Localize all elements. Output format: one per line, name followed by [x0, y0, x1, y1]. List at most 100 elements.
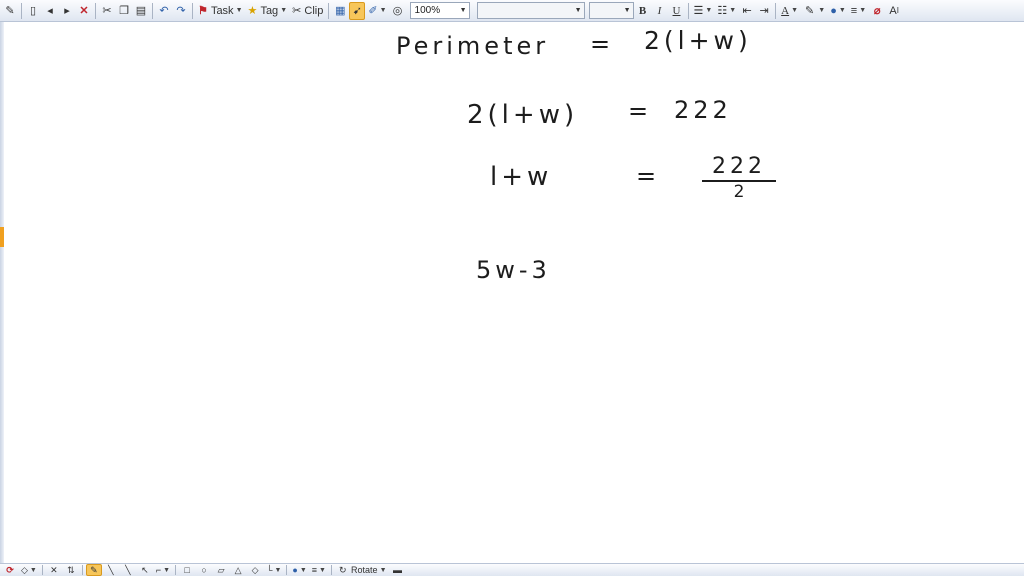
chevron-down-icon: ▼ — [838, 7, 846, 14]
delete-icon[interactable]: ✕ — [76, 2, 92, 20]
font-size-suffix: I — [896, 6, 899, 15]
ink-expression: 5w-3 — [476, 256, 551, 284]
connector-icon[interactable]: ⌐ ▼ — [154, 564, 172, 576]
ink-formula-2: 2(l+w) — [467, 100, 579, 130]
pointer-icon[interactable]: ➹ — [349, 1, 366, 20]
cut-icon[interactable]: ✂ — [99, 2, 115, 20]
star-icon: ★ — [247, 5, 258, 17]
text-color-label: A — [781, 4, 790, 17]
pen-tool-button[interactable]: ✐ ▼ — [366, 2, 388, 20]
line-style-button[interactable]: ≡ ▼ — [849, 2, 868, 20]
whiteboard-canvas[interactable]: Perimeter = 2(l+w) 2(l+w) = 222 l+w = 22… — [4, 22, 1024, 563]
clip-label: Clip — [304, 4, 324, 17]
main-toolbar: ✎ ▯ ◂ ▸ ✕ ✂ ❐ ▤ ↶ ↷ ⚑ Task ▼ ★ Tag ▼ ✂ Cli… — [0, 0, 1024, 22]
ink-perimeter: Perimeter — [396, 32, 550, 60]
ink-equals-1: = — [590, 30, 615, 58]
eraser-icon[interactable]: ⌀ — [869, 2, 885, 20]
clip-icon: ✂ — [292, 5, 302, 17]
new-page-icon[interactable]: ▯ — [25, 2, 41, 20]
color-icon[interactable]: ● ▼ — [290, 564, 308, 576]
triangle-icon[interactable]: △ — [230, 564, 246, 576]
copy-icon[interactable]: ❐ — [116, 2, 132, 20]
chevron-down-icon: ▼ — [859, 7, 867, 14]
chevron-down-icon: ▼ — [163, 566, 171, 574]
zoom-select[interactable]: 100% ▼ — [409, 2, 470, 19]
parallelogram-icon[interactable]: ▱ — [213, 564, 229, 576]
tag-label: Tag — [260, 4, 279, 17]
toolbar-separator — [328, 2, 330, 19]
underline-button[interactable]: U — [669, 2, 685, 20]
bullets-icon: ☰ — [693, 5, 704, 17]
font-size-select[interactable]: ▼ — [588, 2, 634, 19]
chevron-down-icon: ▼ — [235, 7, 243, 14]
toolbar-separator — [775, 2, 777, 19]
chevron-down-icon: ▼ — [274, 566, 282, 574]
ink-fraction: 222 2 — [702, 154, 776, 201]
chevron-down-icon: ▼ — [379, 7, 387, 14]
rectangle-icon[interactable]: □ — [179, 564, 195, 576]
ink-formula-1: 2(l+w) — [644, 26, 752, 55]
bullets-button[interactable]: ☰ ▼ — [692, 2, 715, 20]
task-button[interactable]: ⚑ Task ▼ — [196, 2, 245, 20]
line-icon[interactable]: ╲ — [103, 564, 119, 576]
chevron-down-icon: ▼ — [623, 7, 631, 14]
chevron-down-icon: ▼ — [299, 566, 307, 574]
highlighter-button[interactable]: ✎ ▼ — [801, 2, 827, 20]
toolbar-separator — [687, 2, 689, 19]
indent-icon[interactable]: ⇥ — [756, 2, 772, 20]
chevron-down-icon: ▼ — [319, 566, 326, 574]
clip-button[interactable]: ✂ Clip — [290, 2, 325, 20]
flag-icon: ⚑ — [198, 5, 208, 17]
delete-icon[interactable]: ✕ — [46, 564, 62, 576]
toolbar-separator — [41, 565, 43, 575]
zoom-value: 100% — [414, 5, 441, 16]
chevron-down-icon: ▼ — [459, 7, 467, 14]
forward-icon[interactable]: ▸ — [59, 2, 75, 20]
font-select[interactable]: ▼ — [476, 2, 585, 19]
fill-color-button[interactable]: ● ▼ — [828, 2, 848, 20]
italic-button[interactable]: I — [652, 2, 668, 20]
more-icon[interactable]: ▬ — [390, 564, 406, 576]
target-icon[interactable]: ◎ — [390, 2, 406, 20]
font-size-label: A — [889, 4, 897, 17]
paste-icon[interactable]: ▤ — [133, 2, 149, 20]
highlighter-icon: ✎ — [805, 5, 815, 17]
rotate-label: Rotate — [351, 565, 378, 575]
ink-value-222: 222 — [674, 96, 732, 124]
font-size-button[interactable]: AI — [886, 2, 902, 20]
pen-icon[interactable]: ✎ — [2, 2, 18, 20]
text-color-button[interactable]: A ▼ — [779, 2, 800, 20]
rotate-button[interactable]: ↻ Rotate ▼ — [335, 564, 389, 576]
ink-equals-2: = — [628, 97, 653, 125]
chevron-down-icon: ▼ — [29, 566, 37, 574]
lasso-icon[interactable]: ⟳ — [2, 564, 18, 576]
flip-icon[interactable]: ⇅ — [63, 564, 79, 576]
toolbar-separator — [175, 565, 177, 575]
line-weight-icon[interactable]: ≡ ▼ — [310, 564, 328, 576]
eraser-icon[interactable]: ◇ ▼ — [19, 564, 39, 576]
bold-button[interactable]: B — [635, 2, 651, 20]
drawing-toolbar: ⟳ ◇ ▼ ✕ ⇅ ✎ ╲ ╲ ↖ ⌐ ▼ □ ○ ▱ △ ◇ └ ▼ ● ▼ ≡ ▼ ↻… — [0, 563, 1024, 576]
chevron-down-icon: ▼ — [791, 7, 799, 14]
arrow-icon[interactable]: ↖ — [137, 564, 153, 576]
undo-icon[interactable]: ↶ — [156, 2, 172, 20]
ink-sum: l+w — [490, 162, 553, 192]
pen-icon[interactable]: ✎ — [85, 564, 102, 576]
chevron-down-icon: ▼ — [574, 7, 582, 14]
fill-color-icon: ● — [830, 4, 837, 17]
diamond-icon[interactable]: ◇ — [247, 564, 263, 576]
toolbar-separator — [21, 2, 22, 19]
outdent-icon[interactable]: ⇤ — [739, 2, 755, 20]
numbering-button[interactable]: ☷ ▼ — [715, 2, 738, 20]
line-icon-2[interactable]: ╲ — [120, 564, 136, 576]
ink-fraction-numerator: 222 — [712, 154, 766, 179]
toolbar-separator — [152, 2, 153, 19]
redo-icon[interactable]: ↷ — [173, 2, 189, 20]
chevron-down-icon: ▼ — [818, 7, 826, 14]
pen-tool-icon: ✐ — [368, 5, 378, 17]
elbow-icon[interactable]: └ ▼ — [264, 564, 283, 576]
back-icon[interactable]: ◂ — [42, 2, 58, 20]
table-icon[interactable]: ▦ — [332, 2, 348, 20]
ellipse-icon[interactable]: ○ — [196, 564, 212, 576]
tag-button[interactable]: ★ Tag ▼ — [246, 2, 290, 20]
